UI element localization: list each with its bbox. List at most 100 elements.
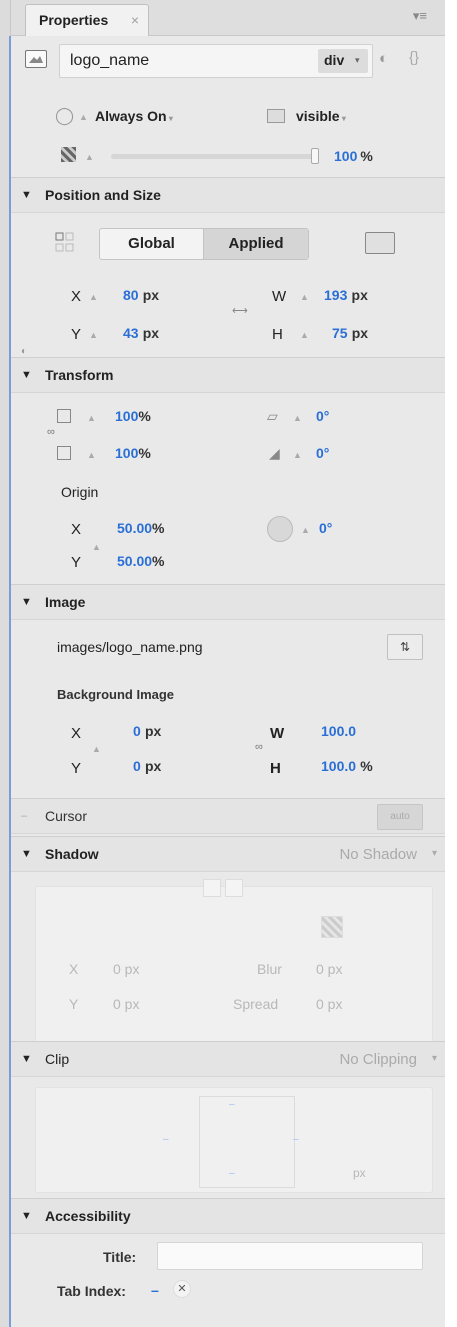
position-options-icon[interactable]: [365, 232, 395, 254]
shadow-blur-value[interactable]: 0 px: [316, 961, 342, 977]
position-mode-icon[interactable]: [55, 232, 75, 254]
scale-y-icon: [57, 446, 71, 460]
a11y-title-label: Title:: [103, 1249, 137, 1265]
bg-x-field[interactable]: 0 px: [133, 723, 161, 740]
image-path[interactable]: images/logo_name.png: [57, 639, 203, 655]
panel-tab-bar: Properties × ▾≡: [11, 0, 445, 36]
clip-region-preview: [199, 1096, 295, 1188]
opacity-slider-track[interactable]: [111, 154, 319, 159]
opacity-field[interactable]: 100%: [334, 148, 373, 165]
x-stepper[interactable]: ▲: [89, 292, 98, 302]
clear-tabindex-icon[interactable]: ✕: [173, 1280, 191, 1298]
skew-y-stepper[interactable]: ▲: [293, 450, 302, 460]
skew-x-value[interactable]: 0°: [316, 408, 329, 424]
link-scale-icon[interactable]: ∞: [47, 426, 55, 438]
code-braces-icon[interactable]: {}: [409, 49, 419, 66]
clip-top-field[interactable]: –: [229, 1099, 235, 1110]
section-title-position-size: Position and Size: [45, 187, 161, 203]
skew-y-value[interactable]: 0°: [316, 445, 329, 461]
w-field[interactable]: 193 px: [324, 287, 368, 304]
tab-properties[interactable]: Properties ×: [25, 4, 149, 36]
expand-triangle-icon: ▼: [21, 596, 32, 608]
overflow-select[interactable]: Always On ▾: [95, 108, 173, 124]
bg-w-label: W: [270, 725, 285, 742]
scale-y-stepper[interactable]: ▲: [87, 450, 96, 460]
shadow-inner-button[interactable]: [225, 879, 243, 897]
opacity-slider-thumb[interactable]: [311, 148, 319, 164]
expand-triangle-icon: ▼: [21, 189, 32, 201]
global-mode-button[interactable]: Global: [100, 229, 204, 259]
origin-y-field[interactable]: 50.00%: [117, 553, 165, 570]
class-icon[interactable]: ◐: [379, 50, 388, 67]
section-title-accessibility: Accessibility: [45, 1208, 131, 1224]
bg-position-stepper[interactable]: ▲: [92, 744, 101, 754]
shadow-y-value[interactable]: 0 px: [113, 996, 139, 1012]
skew-x-stepper[interactable]: ▲: [293, 413, 302, 423]
shadow-x-label: X: [69, 961, 79, 977]
rotation-value[interactable]: 0°: [319, 520, 332, 536]
chevron-down-icon[interactable]: ▾: [432, 848, 437, 859]
origin-label: Origin: [61, 484, 99, 500]
bg-y-field[interactable]: 0 px: [133, 758, 161, 775]
bg-image-label: Background Image: [57, 687, 175, 702]
shadow-spread-value[interactable]: 0 px: [316, 996, 342, 1012]
clip-bottom-field[interactable]: –: [229, 1168, 235, 1179]
section-header-cursor[interactable]: – Cursor auto: [11, 798, 445, 834]
shadow-outer-button[interactable]: [203, 879, 221, 897]
section-header-transform[interactable]: ▼ Transform: [11, 357, 445, 393]
origin-x-field[interactable]: 50.00%: [117, 520, 165, 537]
scale-x-stepper[interactable]: ▲: [87, 413, 96, 423]
section-title-shadow: Shadow: [45, 846, 99, 862]
section-header-position-size[interactable]: ▼ Position and Size: [11, 177, 445, 213]
tab-properties-label: Properties: [39, 12, 109, 28]
a11y-tabindex-value[interactable]: –: [151, 1282, 159, 1298]
rotation-stepper[interactable]: ▲: [301, 525, 310, 535]
scale-x-field[interactable]: 100%: [115, 408, 151, 425]
x-field[interactable]: 80 px: [123, 287, 159, 304]
chevron-down-icon[interactable]: ▾: [432, 1053, 437, 1064]
shadow-preset-value[interactable]: No Shadow: [339, 846, 417, 863]
scale-y-field[interactable]: 100%: [115, 445, 151, 462]
rotation-dial-icon[interactable]: [267, 516, 293, 542]
origin-stepper[interactable]: ▲: [92, 542, 101, 552]
a11y-title-input[interactable]: [157, 1242, 423, 1270]
w-label: W: [272, 288, 287, 305]
origin-x-value: 50.00: [117, 520, 153, 536]
cursor-value: auto: [390, 811, 410, 822]
bg-h-field[interactable]: 100.0 %: [321, 758, 373, 775]
y-value: 43: [123, 325, 139, 341]
clip-preset-value[interactable]: No Clipping: [339, 1051, 417, 1068]
tag-selector[interactable]: div ▾: [318, 49, 368, 73]
section-header-accessibility[interactable]: ▼ Accessibility: [11, 1198, 445, 1234]
shadow-color-swatch[interactable]: [321, 916, 343, 938]
shadow-spread-label: Spread: [233, 996, 279, 1012]
applied-mode-button[interactable]: Applied: [204, 229, 308, 259]
opacity-stepper[interactable]: ▲: [85, 152, 94, 162]
browse-image-button[interactable]: ⇅: [387, 634, 423, 660]
close-icon[interactable]: ×: [131, 5, 139, 35]
h-stepper[interactable]: ▲: [300, 330, 309, 340]
bg-link-size-icon[interactable]: ∞: [255, 741, 263, 753]
clip-left-field[interactable]: –: [163, 1134, 169, 1145]
section-header-image[interactable]: ▼ Image: [11, 584, 445, 620]
panel-menu-icon[interactable]: ▾≡: [413, 8, 427, 24]
origin-x-label: X: [71, 521, 82, 538]
cursor-select[interactable]: auto: [377, 804, 423, 830]
advanced-position-icon[interactable]: ◐: [21, 346, 27, 357]
bg-w-value[interactable]: 100.0: [321, 723, 356, 739]
visibility-select[interactable]: visible ▾: [296, 108, 346, 124]
section-header-clip[interactable]: ▼ Clip No Clipping ▾: [11, 1041, 445, 1077]
section-header-shadow[interactable]: ▼ Shadow No Shadow ▾: [11, 836, 445, 872]
y-stepper[interactable]: ▲: [89, 330, 98, 340]
clip-right-field[interactable]: –: [293, 1134, 299, 1145]
overflow-stepper[interactable]: ▲: [79, 112, 88, 122]
clip-unit: px: [353, 1166, 366, 1180]
h-field[interactable]: 75 px: [332, 325, 368, 342]
shadow-x-value[interactable]: 0 px: [113, 961, 139, 977]
bg-x-label: X: [71, 725, 82, 742]
link-dimensions-icon[interactable]: ⟷: [232, 304, 248, 317]
element-name-field[interactable]: logo_name div ▾: [59, 44, 373, 78]
y-field[interactable]: 43 px: [123, 325, 159, 342]
visibility-value: visible: [296, 108, 340, 124]
w-stepper[interactable]: ▲: [300, 292, 309, 302]
